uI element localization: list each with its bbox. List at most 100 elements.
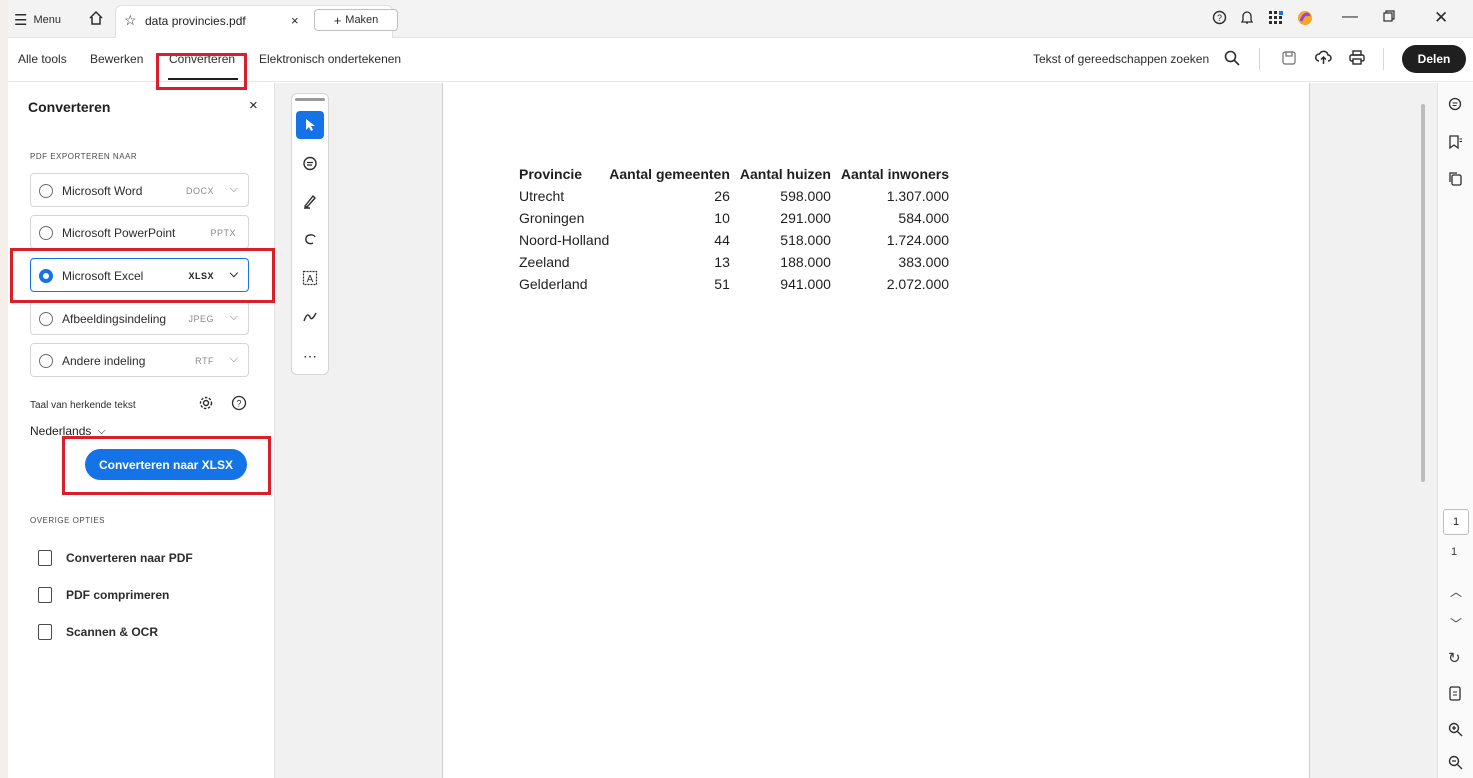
zoom-out-icon[interactable] (1448, 755, 1463, 773)
table-row: Noord-Holland 44 518.000 1.724.000 (519, 229, 959, 251)
text-box-tool-icon[interactable]: A (296, 264, 324, 292)
close-panel-icon[interactable]: × (249, 97, 258, 114)
chevron-down-icon[interactable]: ⌵ (230, 311, 238, 324)
pages-icon[interactable] (1448, 171, 1463, 189)
chevron-down-icon[interactable]: ⌵ (230, 353, 238, 366)
option-other[interactable]: Andere indeling RTF ⌵ (30, 343, 249, 377)
cell-provincie: Utrecht (519, 188, 565, 204)
cell-inwoners: 1.724.000 (886, 232, 950, 248)
chevron-down-icon[interactable]: ﹀ (1450, 615, 1462, 632)
svg-text:A: A (307, 274, 314, 285)
option-image[interactable]: Afbeeldingsindeling JPEG ⌵ (30, 301, 249, 335)
search-icon[interactable] (1224, 50, 1240, 71)
menu-button[interactable]: ☰ Menu (14, 11, 61, 29)
tool-search-label[interactable]: Tekst of gereedschappen zoeken (1033, 52, 1209, 66)
cloud-upload-icon[interactable] (1315, 50, 1332, 70)
cell-gemeenten: 26 (714, 188, 730, 204)
home-icon[interactable] (88, 10, 104, 26)
draw-tool-icon[interactable] (296, 226, 324, 254)
header-huizen: Aantal huizen (739, 166, 831, 182)
cell-inwoners: 2.072.000 (886, 276, 950, 292)
radio-word[interactable] (39, 184, 53, 198)
convert-panel: Converteren × PDF EXPORTEREN NAAR Micros… (8, 83, 275, 778)
toolbar-grip[interactable] (295, 98, 325, 101)
close-tab-icon[interactable]: × (291, 13, 299, 28)
radio-image[interactable] (39, 312, 53, 326)
vertical-scrollbar[interactable] (1421, 104, 1425, 482)
page-fit-icon[interactable] (1448, 686, 1463, 705)
table-header-row: Provincie Aantal gemeenten Aantal huizen… (519, 163, 959, 185)
table-row: Groningen 10 291.000 584.000 (519, 207, 959, 229)
cell-provincie: Gelderland (519, 276, 588, 292)
other-convert-pdf[interactable]: Converteren naar PDF (38, 550, 193, 566)
table-row: Utrecht 26 598.000 1.307.000 (519, 185, 959, 207)
restore-icon[interactable] (1383, 10, 1395, 22)
svg-text:?: ? (236, 399, 241, 409)
highlight-converteren-tab (156, 53, 247, 90)
comment-tool-icon[interactable] (296, 150, 324, 178)
other-convert-pdf-label: Converteren naar PDF (66, 551, 193, 565)
cell-huizen: 188.000 (780, 254, 831, 270)
tab-title: data provincies.pdf (145, 14, 246, 28)
header-gemeenten: Aantal gemeenten (609, 166, 730, 182)
highlight-tool-icon[interactable] (296, 187, 324, 215)
language-label: Taal van herkende tekst (30, 400, 136, 411)
rotate-icon[interactable]: ↻ (1448, 649, 1461, 667)
cell-inwoners: 383.000 (898, 254, 950, 270)
cell-huizen: 598.000 (780, 188, 831, 204)
help-icon[interactable]: ? (231, 395, 247, 416)
other-scan-ocr[interactable]: Scannen & OCR (38, 624, 158, 640)
save-icon[interactable] (1282, 51, 1296, 70)
other-compress-pdf-label: PDF comprimeren (66, 588, 170, 602)
sign-tool-icon[interactable] (296, 303, 324, 331)
bell-icon[interactable] (1240, 10, 1254, 25)
right-rail: 1 1 ︿ ﹀ ↻ (1437, 83, 1473, 778)
close-window-icon[interactable]: ✕ (1434, 8, 1448, 28)
option-other-label: Andere indeling (62, 354, 146, 368)
help-icon[interactable]: ? (1212, 10, 1227, 25)
share-button[interactable]: Delen (1402, 45, 1466, 73)
tab-bewerken[interactable]: Bewerken (90, 52, 143, 66)
chevron-down-icon[interactable]: ⌵ (230, 183, 238, 196)
more-tools-icon[interactable]: ⋯ (296, 342, 324, 370)
panel-title: Converteren (28, 99, 111, 115)
select-tool-icon[interactable] (296, 111, 324, 139)
minimize-icon[interactable]: — (1342, 8, 1358, 26)
ai-comment-icon[interactable] (1448, 97, 1463, 115)
highlight-convert-button (62, 436, 271, 495)
star-icon[interactable]: ☆ (124, 12, 137, 29)
tab-alle-tools[interactable]: Alle tools (18, 52, 67, 66)
compress-pdf-icon (38, 587, 52, 603)
divider (1259, 48, 1260, 70)
option-powerpoint[interactable]: Microsoft PowerPoint PPTX (30, 215, 249, 249)
apps-icon[interactable] (1268, 10, 1284, 26)
maken-button[interactable]: + Maken (314, 9, 398, 31)
cell-huizen: 941.000 (780, 276, 831, 292)
highlight-excel-option (10, 248, 275, 303)
maken-label: Maken (345, 14, 379, 26)
other-options-heading: OVERIGE OPTIES (30, 516, 106, 525)
tab-elektronisch-ondertekenen[interactable]: Elektronisch ondertekenen (259, 52, 401, 66)
page-number-input[interactable]: 1 (1443, 509, 1469, 535)
export-heading: PDF EXPORTEREN NAAR (30, 152, 138, 161)
plus-icon: + (333, 12, 342, 28)
radio-other[interactable] (39, 354, 53, 368)
chevron-up-icon[interactable]: ︿ (1450, 583, 1462, 600)
gear-icon[interactable] (198, 395, 214, 416)
option-word[interactable]: Microsoft Word DOCX ⌵ (30, 173, 249, 207)
print-icon[interactable] (1349, 50, 1365, 70)
ai-assistant-icon[interactable] (1296, 9, 1314, 27)
divider (1383, 48, 1384, 70)
bookmark-icon[interactable] (1448, 135, 1463, 153)
table-row: Gelderland 51 941.000 2.072.000 (519, 273, 959, 295)
cell-gemeenten: 44 (714, 232, 730, 248)
header-provincie: Provincie (519, 166, 583, 182)
zoom-in-icon[interactable] (1448, 722, 1463, 740)
cell-provincie: Noord-Holland (519, 232, 610, 248)
hamburger-icon: ☰ (14, 12, 28, 29)
provinces-table: Provincie Aantal gemeenten Aantal huizen… (519, 163, 959, 295)
radio-powerpoint[interactable] (39, 226, 53, 240)
other-compress-pdf[interactable]: PDF comprimeren (38, 587, 169, 603)
other-scan-ocr-label: Scannen & OCR (66, 625, 159, 639)
cell-provincie: Zeeland (519, 254, 570, 270)
